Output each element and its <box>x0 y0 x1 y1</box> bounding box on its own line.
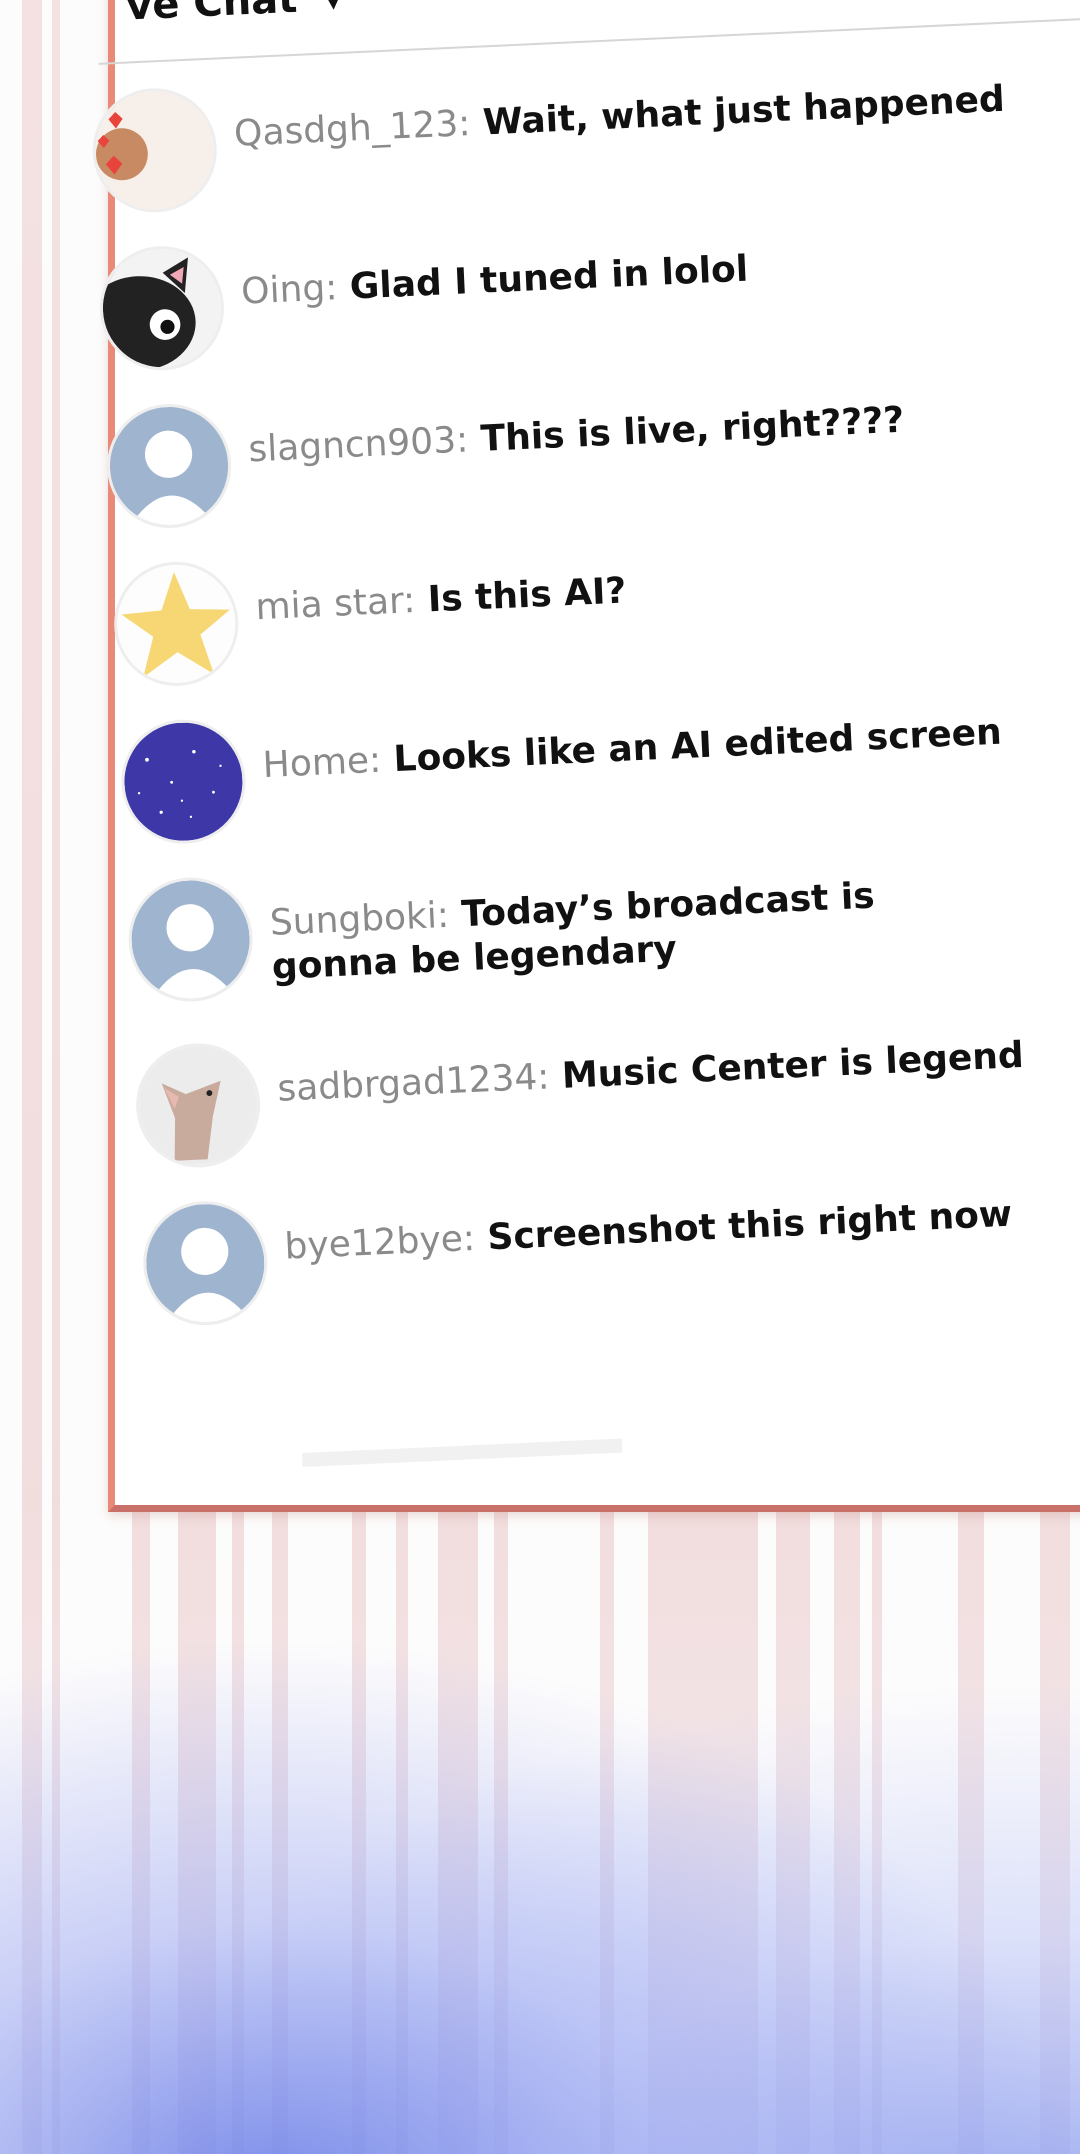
message-username[interactable]: Qasdgh_123: <box>233 103 471 155</box>
default-user-avatar-icon[interactable] <box>125 874 256 1005</box>
message-text: mia star: Is this AI? <box>255 551 1036 630</box>
footer-divider <box>302 1438 623 1468</box>
message-text: sadbrgad1234: Music Center is legend <box>277 1027 1080 1112</box>
default-user-avatar-icon[interactable] <box>140 1198 271 1328</box>
black-cat-avatar-icon[interactable] <box>97 243 227 373</box>
message-username[interactable]: Oing: <box>240 267 338 312</box>
message-body: Glad I tuned in lolol <box>348 248 749 308</box>
message-text: Sungboki: Today’s broadcast is gonna be … <box>269 874 892 990</box>
chat-message: Oing: Glad I tuned in lolol <box>97 202 1080 377</box>
message-body: Screenshot this right now <box>486 1193 1013 1259</box>
chat-message: sadbrgad1234: Music Center is legend <box>133 1000 1080 1175</box>
message-username[interactable]: Home: <box>262 740 382 786</box>
live-chat-content: ve Chat ▾ Qasdgh_123: Wait, what just ha… <box>90 0 1080 1503</box>
chat-message: mia star: Is this AI? <box>111 518 1080 693</box>
chevron-down-icon[interactable]: ▾ <box>324 0 342 18</box>
message-username[interactable]: mia star: <box>255 580 417 628</box>
chat-message: Home: Looks like an AI edited screen <box>118 676 1080 851</box>
star-avatar-icon[interactable] <box>111 559 242 689</box>
chat-message: Sungboki: Today’s broadcast is gonna be … <box>125 834 1080 1009</box>
chat-message: Qasdgh_123: Wait, what just happened ⋮ <box>90 45 1080 220</box>
message-text: slagncn903: This is live, right???? <box>247 393 1028 472</box>
fox-avatar-icon[interactable] <box>133 1040 263 1171</box>
chat-message: bye12bye: Screenshot this right now <box>140 1157 1080 1332</box>
hearts-avatar-icon[interactable] <box>90 85 220 216</box>
chat-message: slagncn903: This is live, right???? <box>104 360 1080 535</box>
default-user-avatar-icon[interactable] <box>104 401 234 531</box>
message-text: Qasdgh_123: Wait, what just happened <box>233 77 1014 156</box>
galaxy-avatar-icon[interactable] <box>118 716 249 847</box>
message-username[interactable]: slagncn903: <box>248 419 470 470</box>
message-body: Music Center is legend <box>561 1034 1025 1097</box>
message-text: Home: Looks like an AI edited screen <box>262 709 1043 788</box>
chat-title: ve Chat <box>125 0 299 30</box>
message-username[interactable]: sadbrgad1234: <box>277 1056 551 1109</box>
message-body: This is live, right???? <box>479 399 905 460</box>
message-text: Oing: Glad I tuned in lolol <box>240 235 1021 314</box>
message-username[interactable]: bye12bye: <box>284 1218 476 1268</box>
stage: ve Chat ▾ Qasdgh_123: Wait, what just ha… <box>0 0 1080 2154</box>
chat-header[interactable]: ve Chat ▾ <box>125 0 342 29</box>
message-body: Looks like an AI edited screen <box>392 711 1003 781</box>
message-text: bye12bye: Screenshot this right now <box>284 1190 1065 1269</box>
background-glow <box>0 1634 1080 2154</box>
message-body: Is this AI? <box>426 570 628 621</box>
message-username[interactable]: Sungboki: <box>269 895 450 944</box>
message-body: Wait, what just happened <box>481 78 1006 144</box>
live-chat-panel: ve Chat ▾ Qasdgh_123: Wait, what just ha… <box>90 0 1080 1512</box>
